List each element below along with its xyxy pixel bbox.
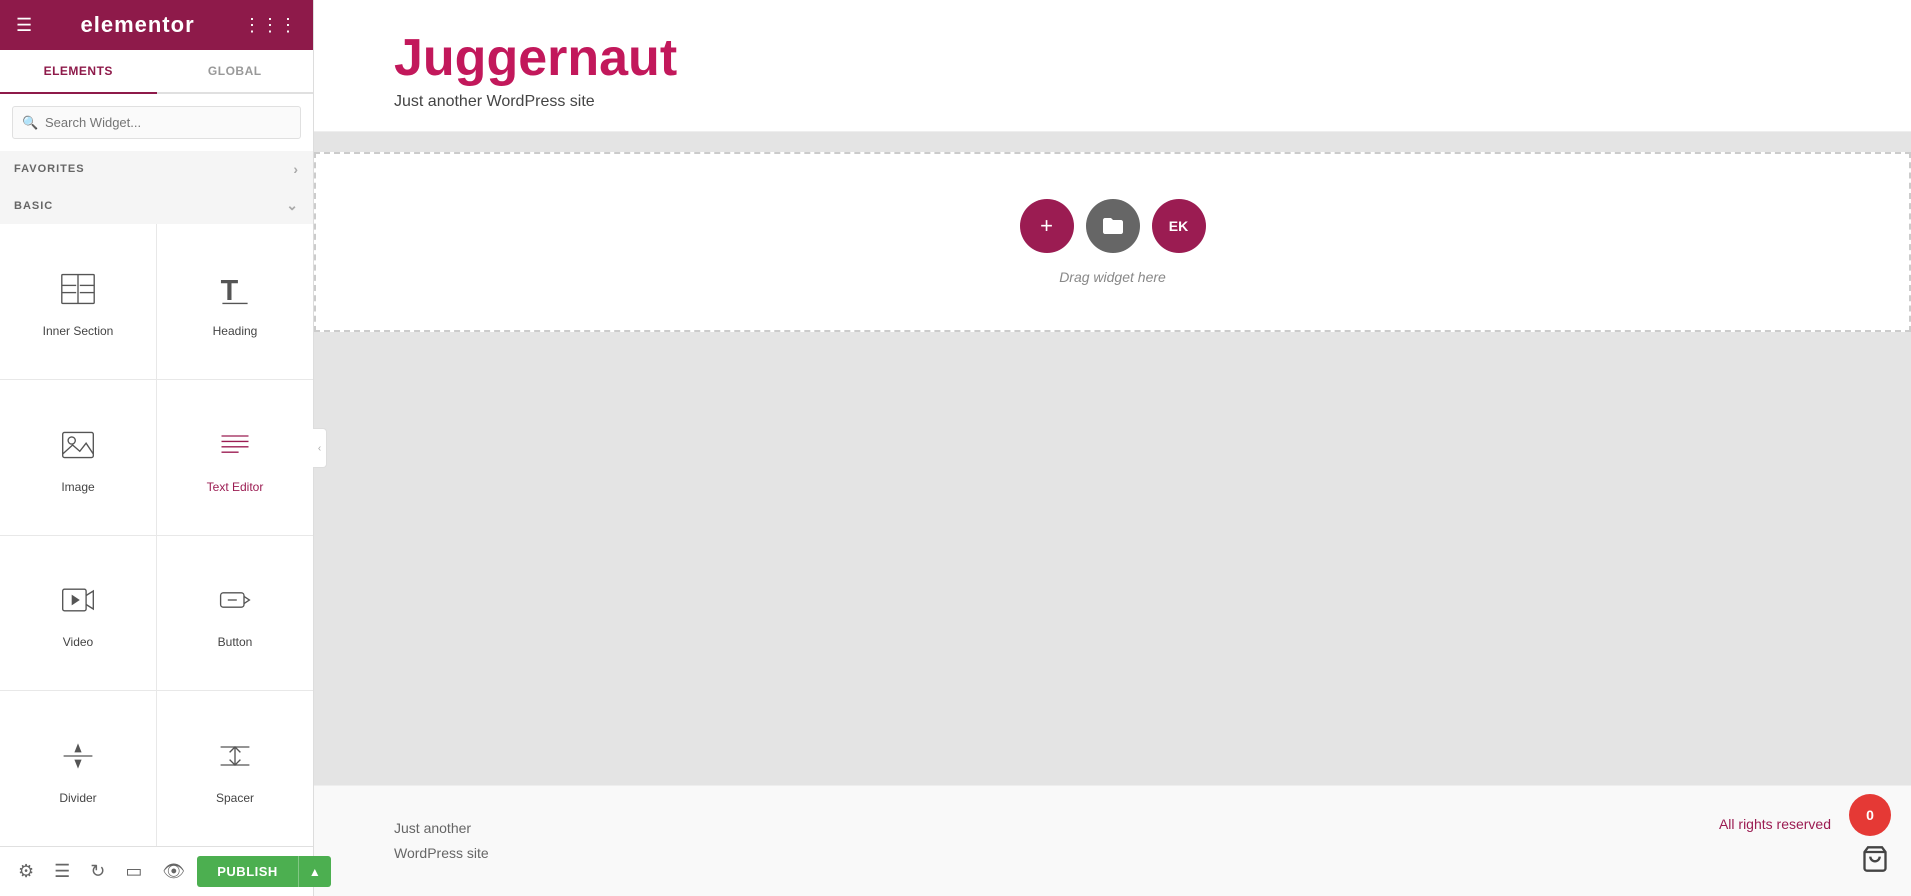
sidebar-collapse-handle[interactable]: ‹ [313,428,327,468]
canvas: Juggernaut Just another WordPress site +… [314,0,1911,896]
hamburger-menu-icon[interactable]: ☰ [16,15,32,36]
basic-section-header[interactable]: BASIC ⌄ [0,187,313,224]
canvas-spacer-bottom [314,332,1911,352]
drop-zone-buttons: + EK [1020,199,1206,253]
drag-hint-text: Drag widget here [1059,269,1166,285]
widget-spacer[interactable]: Spacer [157,691,313,846]
cart-bag-icon[interactable] [1861,845,1889,880]
button-icon [217,582,253,625]
svg-text:T: T [221,275,239,307]
publish-dropdown-button[interactable]: ▲ [298,856,331,887]
canvas-spacer-top [314,132,1911,152]
spacer-label: Spacer [216,791,254,805]
inner-section-label: Inner Section [43,324,114,338]
footer-line2: WordPress site [394,841,489,866]
footer-line1: Just another [394,816,489,841]
divider-label: Divider [59,791,96,805]
publish-button[interactable]: PUBLISH [197,856,298,887]
image-icon [60,427,96,470]
canvas-site-header: Juggernaut Just another WordPress site [314,0,1911,132]
heading-label: Heading [213,324,258,338]
widget-text-editor[interactable]: Text Editor [157,380,313,535]
favorites-section-header[interactable]: FAVORITES › [0,151,313,187]
widget-inner-section[interactable]: Inner Section [0,224,156,379]
image-label: Image [61,480,94,494]
preview-icon[interactable]: 👁 [154,855,193,888]
heading-icon: T [217,271,253,314]
add-widget-button[interactable]: + [1020,199,1074,253]
text-editor-icon [217,427,253,470]
favorites-chevron-icon: › [293,161,299,177]
search-icon: 🔍 [22,115,38,131]
settings-icon[interactable]: ⚙ [10,855,42,888]
grid-icon[interactable]: ⋮⋮⋮ [243,15,297,36]
video-label: Video [63,635,93,649]
button-label: Button [218,635,253,649]
ek-button[interactable]: EK [1152,199,1206,253]
spacer-icon [217,738,253,781]
widget-image[interactable]: Image [0,380,156,535]
sidebar-footer: ⚙ ☰ ↻ ▭ 👁 PUBLISH ▲ [0,846,313,896]
divider-icon [60,738,96,781]
footer-right-text: All rights reserved [1719,816,1831,832]
basic-chevron-icon: ⌄ [286,197,299,214]
templates-button[interactable] [1086,199,1140,253]
site-title: Juggernaut [394,30,1831,87]
layers-icon[interactable]: ☰ [46,855,78,888]
tab-global[interactable]: GLOBAL [157,50,314,92]
history-icon[interactable]: ↻ [82,855,113,888]
site-tagline: Just another WordPress site [394,93,1831,111]
widget-divider[interactable]: Divider [0,691,156,846]
widget-button[interactable]: Button [157,536,313,691]
widget-grid: Inner Section T Heading Image [0,224,313,846]
footer-left-text: Just another WordPress site [394,816,489,866]
drop-zone[interactable]: + EK Drag widget here [314,152,1911,332]
sidebar: ☰ elementor ⋮⋮⋮ ELEMENTS GLOBAL 🔍 FAVORI… [0,0,314,896]
publish-button-group: PUBLISH ▲ [197,856,330,887]
widget-video[interactable]: Video [0,536,156,691]
basic-label: BASIC [14,200,53,212]
video-icon [60,582,96,625]
tab-elements[interactable]: ELEMENTS [0,50,157,94]
search-input[interactable] [12,106,301,139]
text-editor-label: Text Editor [207,480,264,494]
sidebar-header: ☰ elementor ⋮⋮⋮ [0,0,313,50]
inner-section-icon [60,271,96,314]
canvas-footer: Just another WordPress site All rights r… [314,785,1911,896]
cart-count-badge[interactable]: 0 [1849,794,1891,836]
widget-search-container: 🔍 [0,94,313,151]
navigator-icon[interactable]: ▭ [117,855,150,888]
widget-heading[interactable]: T Heading [157,224,313,379]
sidebar-tabs: ELEMENTS GLOBAL [0,50,313,94]
app-logo: elementor [80,12,194,38]
favorites-label: FAVORITES [14,163,85,175]
